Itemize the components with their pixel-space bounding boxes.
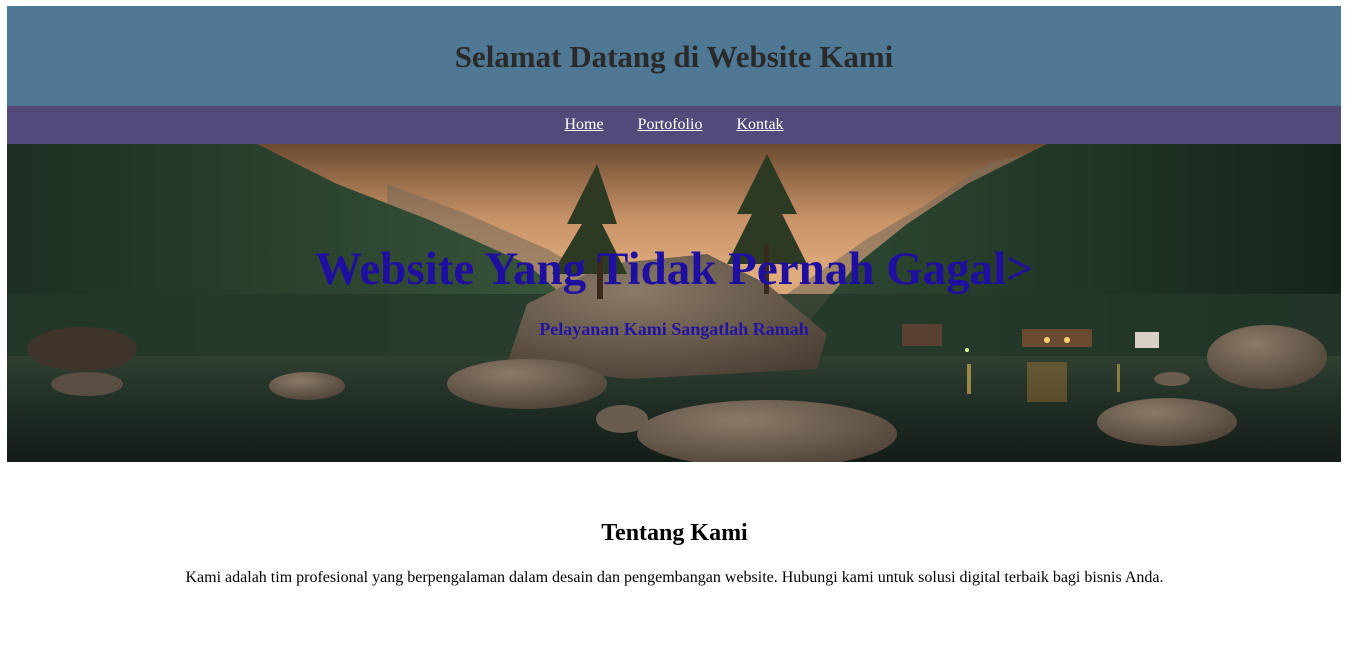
nav-bar: Home Portofolio Kontak — [7, 106, 1341, 144]
site-title: Selamat Datang di Website Kami — [454, 39, 894, 74]
nav-link-portofolio[interactable]: Portofolio — [638, 116, 703, 134]
nav-link-kontak[interactable]: Kontak — [736, 116, 783, 134]
about-heading: Tentang Kami — [601, 520, 748, 546]
hero-title: Website Yang Tidak Pernah Gagal> — [315, 243, 1033, 295]
page: Selamat Datang di Website Kami Home Port… — [0, 0, 1349, 652]
nav-link-home[interactable]: Home — [564, 116, 603, 134]
hero-banner: Website Yang Tidak Pernah Gagal> Pelayan… — [7, 144, 1341, 462]
site-header: Selamat Datang di Website Kami — [7, 6, 1341, 106]
hero-subtitle: Pelayanan Kami Sangatlah Ramah — [539, 319, 809, 339]
about-section: Tentang Kami Kami adalah tim profesional… — [0, 520, 1349, 587]
about-text: Kami adalah tim profesional yang berpeng… — [185, 569, 1164, 586]
hero-text: Website Yang Tidak Pernah Gagal> Pelayan… — [7, 144, 1341, 462]
